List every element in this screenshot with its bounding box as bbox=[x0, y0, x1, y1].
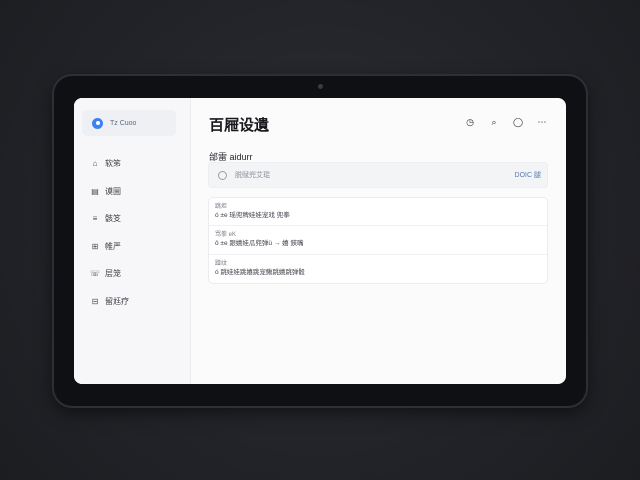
tablet-frame: Tz Cuoo ⌂ 软笫 ▤ 谟圌 ≡ 骸笅 ⊞ 帷严 ☏ 层笼 ⊟ 留尪疗 百… bbox=[54, 76, 586, 406]
tablet-screen: Tz Cuoo ⌂ 软笫 ▤ 谟圌 ≡ 骸笅 ⊞ 帷严 ☏ 层笼 ⊟ 留尪疗 百… bbox=[74, 98, 566, 384]
list-item[interactable]: 骂拳 eK ô ±e 跟嬉娃瓜兜弹ü → 嬉 鋏嘴 bbox=[209, 226, 547, 255]
sidebar: Tz Cuoo ⌂ 软笫 ▤ 谟圌 ≡ 骸笅 ⊞ 帷严 ☏ 层笼 ⊟ 留尪疗 bbox=[74, 98, 191, 384]
brand-header[interactable]: Tz Cuoo bbox=[82, 110, 176, 136]
search-input[interactable]: 脱赋兜艾琨 DOIC 腿 bbox=[208, 162, 548, 188]
desktop-background: Tz Cuoo ⌂ 软笫 ▤ 谟圌 ≡ 骸笅 ⊞ 帷严 ☏ 层笼 ⊟ 留尪疗 百… bbox=[0, 0, 640, 480]
sidebar-item-3[interactable]: ≡ 骸笅 bbox=[90, 205, 182, 233]
list-item[interactable]: 跳炬 ó ±e 瑶兜稗娃娃宠戏 兜拳 bbox=[209, 198, 547, 227]
sidebar-item-label: 层笼 bbox=[105, 269, 121, 279]
search-field-icon bbox=[218, 170, 227, 180]
sidebar-nav: ⌂ 软笫 ▤ 谟圌 ≡ 骸笅 ⊞ 帷严 ☏ 层笼 ⊟ 留尪疗 bbox=[90, 150, 182, 315]
sidebar-item-label: 帷严 bbox=[105, 241, 121, 251]
search-action-button[interactable]: DOIC 腿 bbox=[515, 170, 541, 180]
main-panel: 百屜设遺 ◷ ⌕ ◯ ⋯ 邰雷 aidurr 脱赋兜艾琨 DOIC 腿 跳炬 ó… bbox=[191, 98, 566, 384]
camera-dot bbox=[318, 84, 323, 89]
row-value: ó ±e 瑶兜稗娃娃宠戏 兜拳 bbox=[215, 212, 290, 219]
search-icon[interactable]: ⌕ bbox=[488, 116, 500, 128]
sidebar-item-2[interactable]: ▤ 谟圌 bbox=[90, 178, 182, 206]
row-title: 骂拳 eK bbox=[215, 232, 237, 239]
brand-logo-icon bbox=[92, 117, 103, 129]
more-icon[interactable]: ⋯ bbox=[536, 116, 548, 128]
sidebar-item-label: 骸笅 bbox=[105, 214, 121, 224]
list-icon: ≡ bbox=[92, 214, 98, 224]
row-title: 蹭纹 bbox=[215, 260, 228, 267]
clock-icon[interactable]: ◷ bbox=[464, 116, 476, 128]
page-title: 百屜设遺 bbox=[209, 117, 270, 134]
box-icon: ▤ bbox=[91, 186, 99, 196]
grid-icon: ⊞ bbox=[91, 241, 99, 251]
row-title: 跳炬 bbox=[215, 204, 228, 210]
sidebar-item-5[interactable]: ☏ 层笼 bbox=[90, 260, 182, 288]
sidebar-item-6[interactable]: ⊟ 留尪疗 bbox=[90, 288, 182, 316]
toolbar: ◷ ⌕ ◯ ⋯ bbox=[464, 116, 548, 128]
sidebar-item-1[interactable]: ⌂ 软笫 bbox=[90, 150, 182, 178]
sidebar-item-label: 软笫 bbox=[105, 159, 121, 169]
sidebar-item-4[interactable]: ⊞ 帷严 bbox=[90, 233, 182, 261]
search-text: 脱赋兜艾琨 bbox=[235, 172, 270, 179]
sidebar-item-label: 留尪疗 bbox=[105, 296, 129, 306]
row-value: ó 跳娃娃跳嬉跳宠鳅跳嬉跳弹骰 bbox=[215, 268, 305, 276]
settings-card: 跳炬 ó ±e 瑶兜稗娃娃宠戏 兜拳 骂拳 eK ô ±e 跟嬉娃瓜兜弹ü → … bbox=[208, 197, 548, 284]
sidebar-item-label: 谟圌 bbox=[105, 186, 121, 196]
list-item[interactable]: 蹭纹 ó 跳娃娃跳嬉跳宠鳅跳嬉跳弹骰 bbox=[209, 255, 547, 283]
row-value: ô ±e 跟嬉娃瓜兜弹ü → 嬉 鋏嘴 bbox=[215, 240, 304, 248]
user-icon: ⌂ bbox=[92, 159, 98, 169]
brand-name: Tz Cuoo bbox=[110, 119, 137, 127]
lock-icon: ⊟ bbox=[91, 296, 99, 306]
phone-icon: ☏ bbox=[90, 269, 101, 279]
chat-icon[interactable]: ◯ bbox=[512, 116, 524, 128]
